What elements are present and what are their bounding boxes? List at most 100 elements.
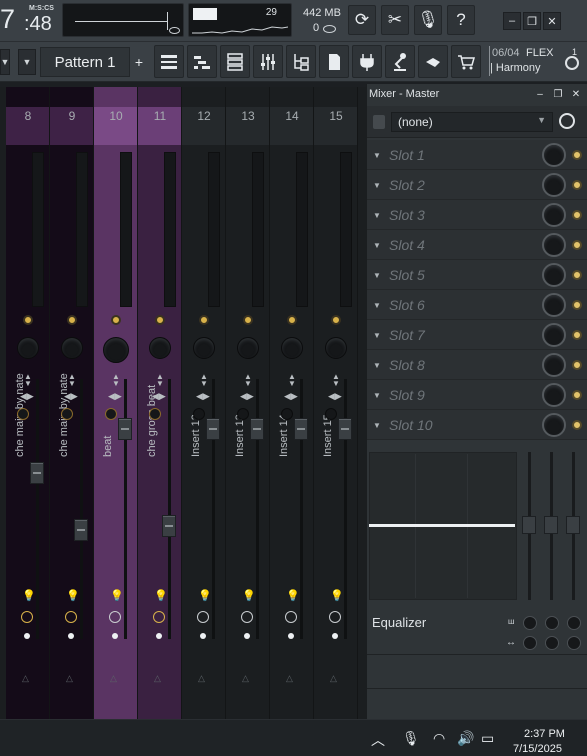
insert-enable-led[interactable]	[287, 315, 297, 325]
mixer-insert-13[interactable]: 13 Insert 13 ▲ ▼ ◀▶ 💡 △	[226, 87, 270, 719]
chevron-down-icon[interactable]: ▼	[373, 211, 381, 220]
effect-slot-2[interactable]: ▼ Slot 2	[367, 170, 587, 200]
loop-record-button[interactable]: ⟳	[348, 5, 376, 35]
slot-enable-led[interactable]	[572, 240, 582, 250]
insert-number[interactable]: 11	[138, 107, 182, 145]
route-dot[interactable]	[244, 633, 250, 639]
stereo-knob[interactable]	[325, 408, 337, 420]
route-dot[interactable]	[24, 633, 30, 639]
help-button[interactable]: ?	[447, 5, 475, 35]
audio-input-select[interactable]: (none) ▼	[391, 112, 553, 132]
route-arrow-icon[interactable]: △	[286, 673, 293, 684]
stereo-separation-icon[interactable]: ◀▶	[196, 391, 210, 402]
time-format-label[interactable]: M:S:CS	[29, 5, 54, 12]
route-dot[interactable]	[200, 633, 206, 639]
stereo-swap-icon[interactable]: ▲ ▼	[66, 373, 78, 388]
latency-clock-icon[interactable]	[285, 611, 297, 623]
slot-enable-led[interactable]	[572, 420, 582, 430]
effect-slot-8[interactable]: ▼ Slot 8	[367, 350, 587, 380]
slot-mix-knob[interactable]	[542, 383, 566, 407]
latency-clock-icon[interactable]	[241, 611, 253, 623]
shop-button[interactable]	[451, 45, 481, 78]
piano-roll-button[interactable]	[187, 45, 217, 78]
lips-icon[interactable]	[323, 25, 336, 33]
mixer-insert-9[interactable]: 9 che main by nate ▲ ▼ ◀▶ 💡 △	[50, 87, 94, 719]
slot-mix-knob[interactable]	[542, 293, 566, 317]
slot-mix-knob[interactable]	[542, 413, 566, 437]
slot-label[interactable]: Slot 7	[389, 327, 425, 343]
insert-number[interactable]: 14	[270, 107, 314, 145]
effect-slot-10[interactable]: ▼ Slot 10	[367, 410, 587, 440]
slot-mix-knob[interactable]	[542, 143, 566, 167]
pattern-selector[interactable]: Pattern 1	[40, 47, 130, 77]
lightbulb-icon[interactable]: 💡	[66, 589, 80, 603]
mixer-insert-12[interactable]: 12 Insert 12 ▲ ▼ ◀▶ 💡 △	[182, 87, 226, 719]
stereo-knob[interactable]	[149, 408, 161, 420]
route-dot[interactable]	[156, 633, 162, 639]
slot-enable-led[interactable]	[572, 150, 582, 160]
microphone-button[interactable]: 🎙	[414, 5, 442, 35]
chevron-down-icon[interactable]: ▼	[373, 361, 381, 370]
slot-enable-led[interactable]	[572, 270, 582, 280]
mixer-button[interactable]	[253, 45, 283, 78]
slot-enable-led[interactable]	[572, 360, 582, 370]
panel-menu-button[interactable]: –	[533, 87, 547, 101]
route-arrow-icon[interactable]: △	[198, 673, 205, 684]
volume-fader[interactable]	[162, 515, 176, 537]
playlist-button[interactable]	[154, 45, 184, 78]
insert-enable-led[interactable]	[243, 315, 253, 325]
stereo-swap-icon[interactable]: ▲ ▼	[198, 373, 210, 388]
project-info-button[interactable]	[319, 45, 349, 78]
lightbulb-icon[interactable]: 💡	[330, 589, 344, 603]
insert-number[interactable]: 9	[50, 107, 94, 145]
lightbulb-icon[interactable]: 💡	[198, 589, 212, 603]
microphone-icon[interactable]: 🎙	[402, 730, 420, 747]
clock-date[interactable]: 7/15/2025	[513, 743, 562, 755]
latency-clock-icon[interactable]	[109, 611, 121, 623]
insert-enable-led[interactable]	[111, 315, 121, 325]
stereo-separation-icon[interactable]: ◀▶	[152, 391, 166, 402]
battery-icon[interactable]: ▭	[481, 730, 494, 747]
pan-knob[interactable]	[193, 337, 215, 359]
eq-curve[interactable]	[369, 524, 515, 527]
volume-fader[interactable]	[118, 418, 132, 440]
insert-enable-led[interactable]	[199, 315, 209, 325]
route-dot[interactable]	[288, 633, 294, 639]
slot-mix-knob[interactable]	[542, 173, 566, 197]
slot-mix-knob[interactable]	[542, 233, 566, 257]
stereo-knob[interactable]	[105, 408, 117, 420]
volume-fader[interactable]	[294, 418, 308, 440]
effect-slot-1[interactable]: ▼ Slot 1	[367, 140, 587, 170]
effect-slot-9[interactable]: ▼ Slot 9	[367, 380, 587, 410]
slot-enable-led[interactable]	[572, 330, 582, 340]
stereo-swap-icon[interactable]: ▲ ▼	[242, 373, 254, 388]
chevron-down-icon[interactable]: ▼	[373, 151, 381, 160]
stereo-separation-icon[interactable]: ◀▶	[108, 391, 122, 402]
minimize-button[interactable]: –	[503, 12, 521, 30]
slot-enable-led[interactable]	[572, 390, 582, 400]
mixer-insert-8[interactable]: 8 che main by nate ▲ ▼ ◀▶ 💡 △	[6, 87, 50, 719]
effect-slot-4[interactable]: ▼ Slot 4	[367, 230, 587, 260]
news-subtitle[interactable]: | Harmony	[490, 62, 541, 74]
latency-clock-icon[interactable]	[559, 113, 575, 129]
slot-label[interactable]: Slot 8	[389, 357, 425, 373]
channel-rack-button[interactable]	[220, 45, 250, 78]
slot-enable-led[interactable]	[572, 300, 582, 310]
stereo-swap-icon[interactable]: ▲ ▼	[330, 373, 342, 388]
eq-bw-mid-knob[interactable]	[545, 636, 559, 650]
route-arrow-icon[interactable]: △	[22, 673, 29, 684]
stereo-separation-icon[interactable]: ◀▶	[64, 391, 78, 402]
pan-knob[interactable]	[17, 337, 39, 359]
stereo-separation-icon[interactable]: ◀▶	[240, 391, 254, 402]
wifi-icon[interactable]: ◠	[433, 730, 445, 747]
stereo-separation-icon[interactable]: ◀▶	[284, 391, 298, 402]
lightbulb-icon[interactable]: 💡	[286, 589, 300, 603]
route-arrow-icon[interactable]: △	[154, 673, 161, 684]
route-dot[interactable]	[112, 633, 118, 639]
stereo-knob[interactable]	[61, 408, 73, 420]
eq-band-1-fader[interactable]	[522, 516, 536, 534]
mixer-insert-15[interactable]: 15 Insert 15 ▲ ▼ ◀▶ 💡 △	[314, 87, 358, 719]
stereo-knob[interactable]	[17, 408, 29, 420]
insert-enable-led[interactable]	[23, 315, 33, 325]
performance-button[interactable]	[385, 45, 415, 78]
